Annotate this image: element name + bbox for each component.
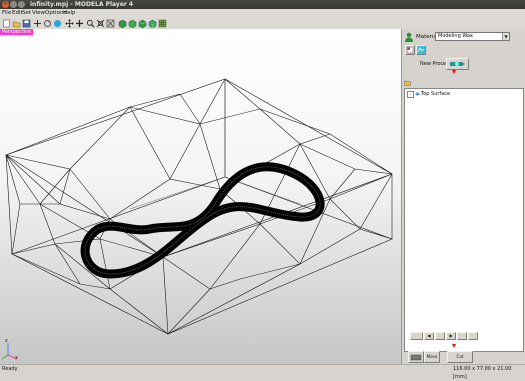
title-bar: × infinity.mpj - MODELA Player 4 xyxy=(0,0,525,9)
tree-item-label: Top Surface xyxy=(421,90,451,97)
menu-help[interactable]: Help xyxy=(63,9,76,18)
axis-x-label: x xyxy=(15,355,18,361)
folder-icon xyxy=(404,79,411,86)
nav-next-button[interactable] xyxy=(457,332,467,340)
down-arrow-icon xyxy=(451,69,457,75)
layout-button[interactable] xyxy=(405,45,415,55)
pan-icon[interactable] xyxy=(33,19,42,28)
nav-back-button[interactable]: ◀ xyxy=(424,332,434,340)
view-iso-icon[interactable] xyxy=(148,19,157,28)
nav-stop-button[interactable] xyxy=(435,332,445,340)
new-icon[interactable] xyxy=(2,19,11,28)
rotate-icon[interactable] xyxy=(43,19,52,28)
process-tree: - Top Surface xyxy=(404,88,524,352)
zoom-icon[interactable] xyxy=(86,19,95,28)
menu-bar: File Edit Set View Options Help xyxy=(0,9,525,18)
view-right-icon[interactable] xyxy=(128,19,137,28)
window-maximize-button[interactable] xyxy=(18,1,25,8)
wireframe-model: x z xyxy=(1,78,393,361)
material-select[interactable]: Modeling Wax ▼ xyxy=(435,32,510,41)
model-dimensions: 116.00 x 77.00 x 21.00 [mm] xyxy=(453,366,512,380)
window-title: infinity.mpj - MODELA Player 4 xyxy=(30,1,134,8)
material-person-icon xyxy=(404,32,414,43)
axis-indicator: x z xyxy=(1,338,18,361)
new-process-icon xyxy=(450,62,465,66)
chevron-down-icon[interactable]: ▼ xyxy=(502,33,509,40)
new-process-button[interactable] xyxy=(446,58,469,70)
menu-view[interactable]: View xyxy=(32,9,45,18)
nav-last-button[interactable] xyxy=(468,332,478,340)
nav-play-button[interactable]: ▶ xyxy=(446,332,456,340)
nav-first-button[interactable] xyxy=(410,332,423,340)
axis-z-label: z xyxy=(5,338,8,344)
material-select-value: Modeling Wax xyxy=(438,33,473,39)
move-button[interactable]: Move a xyxy=(424,351,440,369)
model-view-button[interactable] xyxy=(416,45,426,55)
machine-icon[interactable] xyxy=(408,351,424,363)
menu-set[interactable]: Set xyxy=(22,9,31,18)
down-arrow-icon xyxy=(451,343,457,349)
arrows-icon[interactable] xyxy=(65,19,74,28)
fit-icon[interactable] xyxy=(96,19,105,28)
view-front-icon[interactable] xyxy=(118,19,127,28)
window-close-button[interactable]: × xyxy=(2,1,9,8)
perspective-viewport[interactable]: Perspective x z xyxy=(0,29,402,364)
grid-icon[interactable] xyxy=(158,19,167,28)
tree-expand-icon[interactable]: - xyxy=(407,91,414,98)
window-minimize-button[interactable] xyxy=(10,1,17,8)
menu-file[interactable]: File xyxy=(2,9,11,18)
cut-button[interactable]: Cut xyxy=(447,351,473,363)
deselect-icon[interactable] xyxy=(106,19,115,28)
move-icon[interactable] xyxy=(75,19,84,28)
save-icon[interactable] xyxy=(22,19,31,28)
view-top-icon[interactable] xyxy=(138,19,147,28)
process-panel: Material Modeling Wax ▼ New Process - To… xyxy=(402,29,525,369)
surface-icon xyxy=(415,91,420,96)
open-icon[interactable] xyxy=(12,19,21,28)
sphere-icon[interactable] xyxy=(53,19,62,28)
